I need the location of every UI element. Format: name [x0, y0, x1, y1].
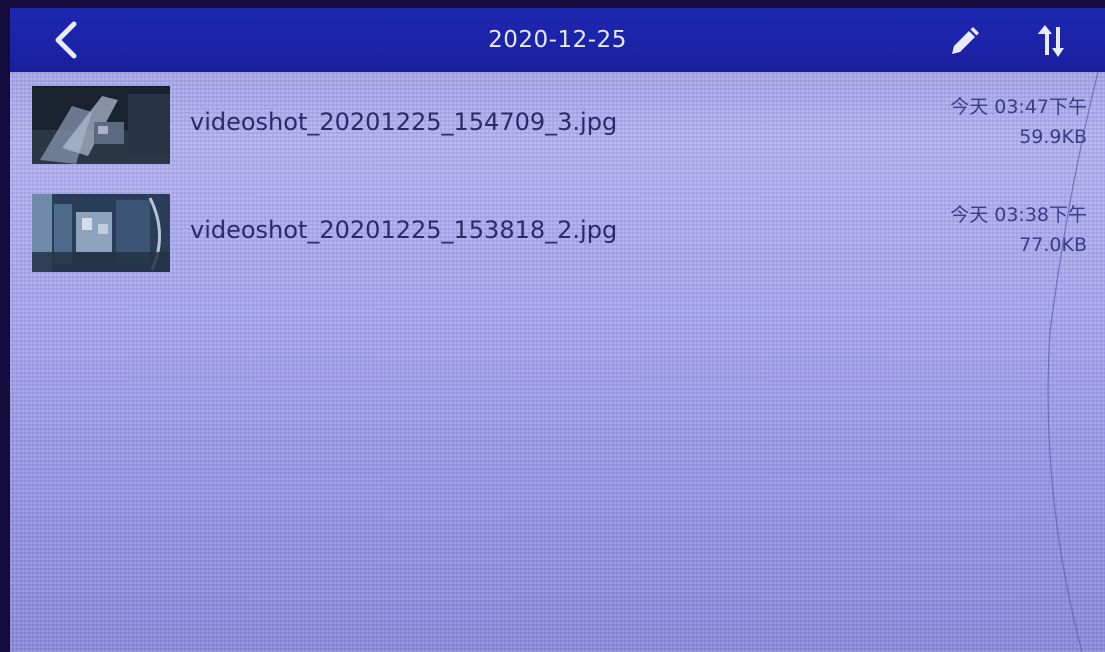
file-time: 今天 03:47下午 — [950, 96, 1087, 118]
file-row[interactable]: videoshot_20201225_154709_3.jpg 今天 03:47… — [10, 84, 1105, 184]
sort-arrows-icon — [1037, 25, 1064, 57]
file-name: videoshot_20201225_153818_2.jpg — [190, 216, 618, 244]
pencil-icon — [952, 27, 979, 54]
top-bar: 2020-12-25 — [10, 8, 1105, 72]
edit-button[interactable] — [940, 20, 984, 62]
file-size: 59.9KB — [1019, 126, 1087, 148]
image-thumbnail-icon — [32, 194, 170, 272]
file-row[interactable]: videoshot_20201225_153818_2.jpg 今天 03:38… — [10, 192, 1105, 292]
sort-button[interactable] — [1028, 19, 1076, 63]
back-button[interactable] — [42, 16, 90, 64]
chevron-left-icon — [55, 21, 77, 59]
file-list: videoshot_20201225_154709_3.jpg 今天 03:47… — [10, 72, 1105, 652]
file-name: videoshot_20201225_154709_3.jpg — [190, 108, 618, 136]
screen: 2020-12-25 videoshot_20201225_154709_3.j… — [0, 0, 1105, 652]
image-thumbnail-icon — [32, 86, 170, 164]
file-time: 今天 03:38下午 — [950, 204, 1087, 226]
file-size: 77.0KB — [1019, 234, 1087, 256]
